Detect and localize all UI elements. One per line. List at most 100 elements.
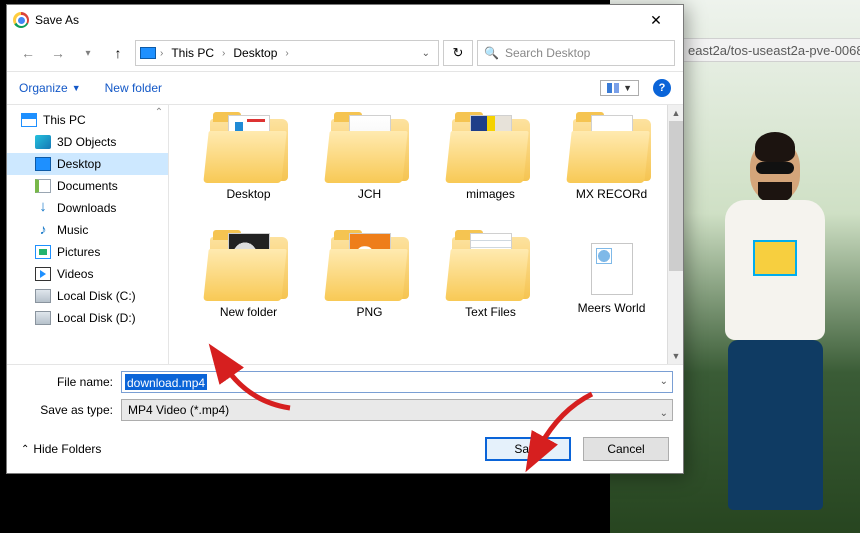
organize-menu[interactable]: Organize ▼ xyxy=(19,81,81,95)
folder-mxrecord[interactable]: MX RECORd xyxy=(554,119,669,237)
shortcut-icon xyxy=(591,243,633,295)
filename-label: File name: xyxy=(17,375,121,389)
search-icon: 🔍 xyxy=(484,46,499,60)
file-meers-world[interactable]: Meers World xyxy=(554,237,669,355)
filetype-value: MP4 Video (*.mp4) xyxy=(128,403,229,417)
tree-label: Videos xyxy=(57,267,93,281)
tree-item-downloads[interactable]: ↓ Downloads xyxy=(7,197,168,219)
refresh-button[interactable]: ↻ xyxy=(443,40,473,66)
save-as-dialog: Save As ✕ ← → ▾ ↑ › This PC › Desktop › … xyxy=(6,4,684,474)
filetype-select[interactable]: MP4 Video (*.mp4) ⌄ xyxy=(121,399,673,421)
tree-scroll-up[interactable]: ⌃ xyxy=(152,107,166,121)
chevron-right-icon: › xyxy=(285,48,288,59)
file-label: Desktop xyxy=(226,187,270,201)
chevron-right-icon: › xyxy=(160,48,163,59)
tree-item-videos[interactable]: Videos xyxy=(7,263,168,285)
titlebar: Save As ✕ xyxy=(7,5,683,35)
save-button[interactable]: Save xyxy=(485,437,571,461)
tree-item-desktop[interactable]: Desktop xyxy=(7,153,168,175)
videos-icon xyxy=(35,267,51,281)
scrollbar-thumb[interactable] xyxy=(669,121,683,271)
tree-item-music[interactable]: ♪ Music xyxy=(7,219,168,241)
breadcrumb-this-pc[interactable]: This PC xyxy=(167,46,218,60)
dialog-footer: ⌃ Hide Folders Save Cancel xyxy=(7,425,683,473)
folder-icon xyxy=(452,237,530,299)
tree-item-documents[interactable]: Documents xyxy=(7,175,168,197)
chrome-icon xyxy=(13,12,29,28)
documents-icon xyxy=(35,179,51,193)
disk-icon xyxy=(35,289,51,303)
browser-address-fragment: east2a/tos-useast2a-pve-0068 xyxy=(684,38,860,62)
pc-icon xyxy=(140,47,156,59)
tree-item-disk-d[interactable]: Local Disk (D:) xyxy=(7,307,168,329)
toolbar: Organize ▼ New folder ▼ ? xyxy=(7,71,683,105)
pc-icon xyxy=(21,113,37,127)
forward-button[interactable]: → xyxy=(45,40,71,66)
folder-text-files[interactable]: Text Files xyxy=(433,237,548,355)
folder-icon xyxy=(210,237,288,299)
nav-row: ← → ▾ ↑ › This PC › Desktop › ⌄ ↻ 🔍 Sear… xyxy=(7,35,683,71)
hide-folders-label: Hide Folders xyxy=(33,442,101,456)
breadcrumb-bar[interactable]: › This PC › Desktop › ⌄ xyxy=(135,40,439,66)
filename-input[interactable]: download.mp4 ⌄ xyxy=(121,371,673,393)
tree-item-pictures[interactable]: Pictures xyxy=(7,241,168,263)
tree-item-this-pc[interactable]: This PC xyxy=(7,109,168,131)
desktop-icon xyxy=(35,157,51,171)
chevron-down-icon: ▼ xyxy=(623,83,632,93)
breadcrumb-desktop[interactable]: Desktop xyxy=(229,46,281,60)
music-icon: ♪ xyxy=(35,223,51,237)
search-input[interactable]: 🔍 Search Desktop xyxy=(477,40,675,66)
file-label: Text Files xyxy=(465,305,516,319)
folder-icon xyxy=(331,119,409,181)
file-grid: Desktop JCH mimages MX RECORd New folder… xyxy=(169,105,683,364)
file-label: mimages xyxy=(466,187,515,201)
folder-icon xyxy=(331,237,409,299)
pictures-icon xyxy=(35,245,51,259)
filetype-label: Save as type: xyxy=(17,403,121,417)
help-button[interactable]: ? xyxy=(653,79,671,97)
view-icon xyxy=(607,83,619,93)
chevron-up-icon: ⌃ xyxy=(21,444,29,455)
tree-label: Documents xyxy=(57,179,118,193)
folder-png[interactable]: PNG xyxy=(312,237,427,355)
up-button[interactable]: ↑ xyxy=(105,40,131,66)
search-placeholder: Search Desktop xyxy=(505,46,590,60)
chevron-down-icon[interactable]: ⌄ xyxy=(660,376,668,387)
3d-icon xyxy=(35,135,51,149)
folder-jch[interactable]: JCH xyxy=(312,119,427,237)
tree-label: Pictures xyxy=(57,245,100,259)
tree-label: Music xyxy=(57,223,88,237)
tree-label: This PC xyxy=(43,113,86,127)
vertical-scrollbar[interactable] xyxy=(667,105,683,364)
cancel-button[interactable]: Cancel xyxy=(583,437,669,461)
folder-icon xyxy=(573,119,651,181)
file-label: Meers World xyxy=(578,301,646,315)
chevron-right-icon: › xyxy=(222,48,225,59)
person-figure xyxy=(710,140,840,520)
filename-area: File name: download.mp4 ⌄ Save as type: … xyxy=(7,365,683,425)
nav-history-dropdown[interactable]: ▾ xyxy=(75,40,101,66)
hide-folders-button[interactable]: ⌃ Hide Folders xyxy=(21,442,101,456)
new-folder-button[interactable]: New folder xyxy=(105,81,162,95)
folder-desktop[interactable]: Desktop xyxy=(191,119,306,237)
folder-icon xyxy=(452,119,530,181)
close-button[interactable]: ✕ xyxy=(635,6,677,34)
back-button[interactable]: ← xyxy=(15,40,41,66)
chevron-down-icon: ▼ xyxy=(72,83,81,93)
tree-label: Downloads xyxy=(57,201,116,215)
breadcrumb-dropdown[interactable]: ⌄ xyxy=(418,48,434,59)
tree-item-disk-c[interactable]: Local Disk (C:) xyxy=(7,285,168,307)
chevron-down-icon[interactable]: ⌄ xyxy=(660,404,668,424)
tree-item-3d-objects[interactable]: 3D Objects xyxy=(7,131,168,153)
folder-new-folder[interactable]: New folder xyxy=(191,237,306,355)
view-options-button[interactable]: ▼ xyxy=(600,80,639,96)
nav-tree: ⌃ This PC 3D Objects Desktop Documents ↓… xyxy=(7,105,169,364)
tree-label: 3D Objects xyxy=(57,135,116,149)
dialog-title: Save As xyxy=(35,13,79,27)
folder-mimages[interactable]: mimages xyxy=(433,119,548,237)
file-label: New folder xyxy=(220,305,277,319)
tree-label: Local Disk (D:) xyxy=(57,311,136,325)
file-label: JCH xyxy=(358,187,381,201)
file-label: PNG xyxy=(356,305,382,319)
tree-label: Desktop xyxy=(57,157,101,171)
